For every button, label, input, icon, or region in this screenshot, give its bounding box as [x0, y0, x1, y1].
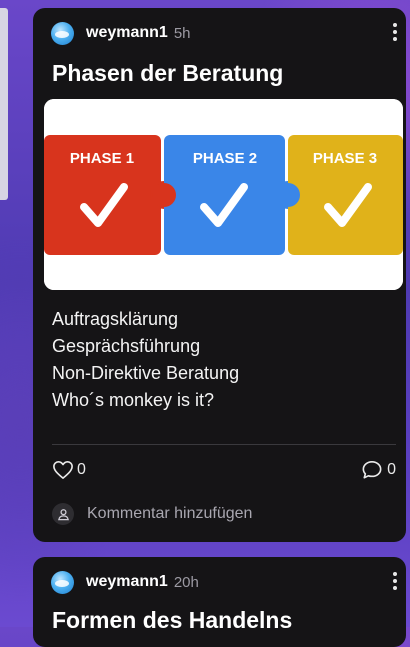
avatar[interactable] — [51, 21, 74, 45]
more-options-icon[interactable] — [390, 572, 400, 590]
avatar[interactable] — [51, 570, 74, 594]
heart-icon — [53, 461, 73, 479]
post-card[interactable]: weymann1 20h Formen des Handelns — [33, 557, 406, 647]
like-count: 0 — [77, 461, 86, 478]
post-author[interactable]: weymann1 — [86, 24, 168, 42]
post-title: Formen des Handelns — [52, 607, 293, 633]
post-header: weymann1 20h — [51, 570, 199, 594]
post-line: Who´s monkey is it? — [52, 390, 215, 410]
post-body: Auftragsklärung Gesprächsführung Non-Dir… — [52, 306, 239, 414]
phase-3-label: PHASE 3 — [313, 150, 377, 167]
left-panel-edge — [0, 8, 8, 200]
more-options-icon[interactable] — [390, 23, 400, 41]
post-title: Phasen der Beratung — [52, 60, 284, 86]
post-line: Non-Direktive Beratung — [52, 363, 240, 383]
phase-2-label: PHASE 2 — [193, 150, 257, 167]
post-image[interactable]: PHASE 1 PHASE 2 PHASE 3 — [44, 99, 403, 290]
post-line: Auftragsklärung — [52, 309, 179, 329]
comment-icon — [362, 461, 382, 479]
user-icon — [52, 503, 74, 525]
post-header: weymann1 5h — [51, 21, 191, 45]
like-button[interactable]: 0 — [52, 460, 86, 480]
add-comment-field[interactable]: Kommentar hinzufügen — [52, 503, 252, 525]
divider — [52, 444, 396, 445]
puzzle-image: PHASE 1 PHASE 2 PHASE 3 — [44, 99, 403, 290]
comment-button[interactable]: 0 — [361, 460, 396, 480]
add-comment-placeholder: Kommentar hinzufügen — [87, 505, 253, 522]
post-card[interactable]: weymann1 5h Phasen der Beratung PHASE 1 … — [33, 8, 406, 542]
post-author[interactable]: weymann1 — [86, 573, 168, 591]
post-time: 5h — [173, 24, 191, 42]
post-line: Gesprächsführung — [52, 336, 201, 356]
phase-1-label: PHASE 1 — [70, 150, 134, 167]
post-time: 20h — [173, 573, 199, 591]
comment-count: 0 — [387, 461, 396, 478]
